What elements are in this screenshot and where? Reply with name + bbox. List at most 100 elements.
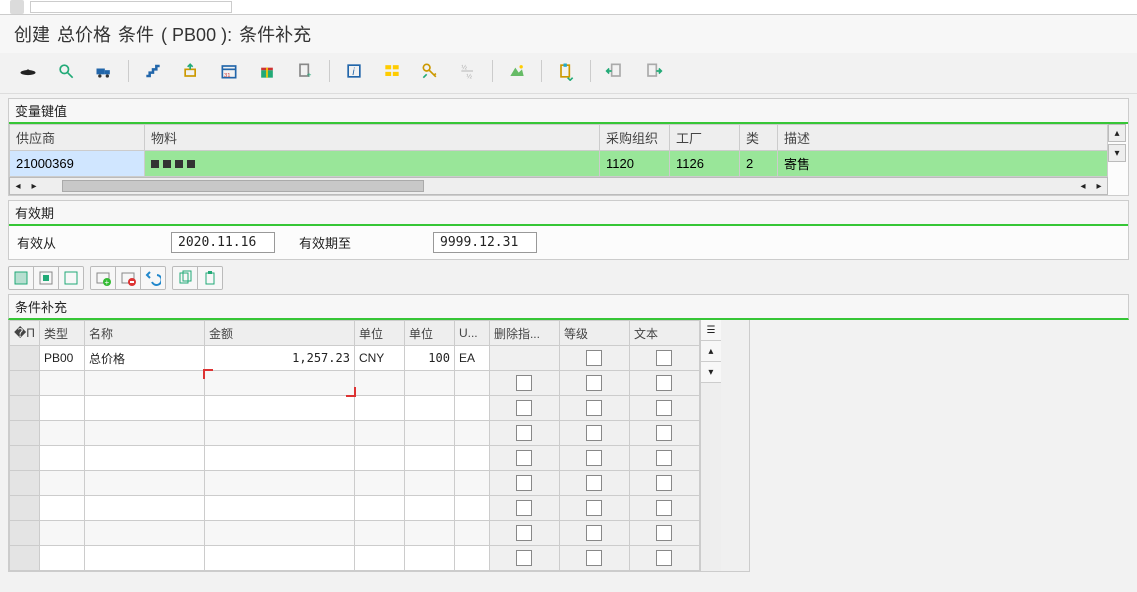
- col-purch-org[interactable]: 采购组织: [600, 125, 670, 151]
- command-field[interactable]: [30, 1, 232, 13]
- cell-name[interactable]: [84, 371, 204, 396]
- cell-scale[interactable]: [559, 496, 629, 521]
- cell-scale[interactable]: [559, 446, 629, 471]
- cell-plant[interactable]: 1126: [670, 151, 740, 177]
- cell-unit1[interactable]: [354, 521, 404, 546]
- cell-type[interactable]: [39, 496, 84, 521]
- cell-delete-ind[interactable]: [489, 396, 559, 421]
- cell-text[interactable]: [629, 371, 699, 396]
- cell-type[interactable]: [39, 471, 84, 496]
- cell-scale[interactable]: [559, 371, 629, 396]
- col-amount[interactable]: 金额: [204, 321, 354, 346]
- cell-amount[interactable]: [204, 521, 354, 546]
- grid-row[interactable]: [10, 496, 700, 521]
- cell-unit2[interactable]: [404, 446, 454, 471]
- cell-unit2[interactable]: [404, 471, 454, 496]
- cell-type[interactable]: [39, 446, 84, 471]
- scroll-down-icon[interactable]: ▾: [701, 362, 721, 383]
- stairs-icon[interactable]: [139, 59, 167, 83]
- gift-icon[interactable]: [253, 59, 281, 83]
- cell-uom[interactable]: [454, 521, 489, 546]
- cell-delete-ind[interactable]: [489, 496, 559, 521]
- cell-delete-ind[interactable]: [489, 546, 559, 571]
- cell-delete-ind[interactable]: [489, 521, 559, 546]
- row-selector[interactable]: [10, 546, 40, 571]
- grid-row[interactable]: [10, 521, 700, 546]
- scroll-up-icon[interactable]: ▴: [1108, 124, 1126, 142]
- grid-row[interactable]: [10, 421, 700, 446]
- deselect-all-button[interactable]: [59, 267, 83, 289]
- row-selector[interactable]: [10, 371, 40, 396]
- cell-delete-ind[interactable]: [489, 371, 559, 396]
- cell-unit2[interactable]: [404, 546, 454, 571]
- cell-text[interactable]: [629, 546, 699, 571]
- row-selector[interactable]: [10, 521, 40, 546]
- picture-icon[interactable]: [503, 59, 531, 83]
- col-uom[interactable]: U...: [454, 321, 489, 346]
- cell-name[interactable]: [84, 396, 204, 421]
- valid-from-input[interactable]: 2020.11.16: [171, 232, 275, 253]
- grid-row[interactable]: [10, 446, 700, 471]
- col-category[interactable]: 类: [740, 125, 778, 151]
- info-icon[interactable]: i: [340, 59, 368, 83]
- row-selector[interactable]: [10, 346, 40, 371]
- overview-icon[interactable]: [378, 59, 406, 83]
- cell-text[interactable]: [629, 446, 699, 471]
- cell-unit2[interactable]: [404, 371, 454, 396]
- cell-unit1[interactable]: [354, 421, 404, 446]
- doc-prev-icon[interactable]: [601, 59, 629, 83]
- cell-amount[interactable]: [204, 396, 354, 421]
- cell-unit2[interactable]: [404, 421, 454, 446]
- row-selector[interactable]: [10, 421, 40, 446]
- paste-icon[interactable]: [552, 59, 580, 83]
- cell-text[interactable]: [629, 346, 699, 371]
- cell-type[interactable]: [39, 396, 84, 421]
- cell-uom[interactable]: [454, 546, 489, 571]
- key-icon[interactable]: [416, 59, 444, 83]
- cell-name[interactable]: [84, 421, 204, 446]
- col-plant[interactable]: 工厂: [670, 125, 740, 151]
- cell-scale[interactable]: [559, 546, 629, 571]
- cell-unit1[interactable]: [354, 546, 404, 571]
- row-selector[interactable]: [10, 396, 40, 421]
- cell-name[interactable]: 总价格: [84, 346, 204, 371]
- cell-scale[interactable]: [559, 396, 629, 421]
- cell-uom[interactable]: [454, 496, 489, 521]
- cell-type[interactable]: [39, 371, 84, 396]
- undo-button[interactable]: [141, 267, 165, 289]
- cell-uom[interactable]: [454, 396, 489, 421]
- paste-button[interactable]: [198, 267, 222, 289]
- cell-amount[interactable]: [204, 496, 354, 521]
- col-vendor[interactable]: 供应商: [10, 125, 145, 151]
- cell-uom[interactable]: [454, 371, 489, 396]
- cell-name[interactable]: [84, 496, 204, 521]
- configure-columns-icon[interactable]: ☰: [701, 320, 721, 341]
- col-material[interactable]: 物料: [145, 125, 600, 151]
- cell-amount[interactable]: [204, 421, 354, 446]
- scroll-left-icon[interactable]: ◂: [10, 179, 26, 193]
- cell-text[interactable]: [629, 471, 699, 496]
- cell-unit1[interactable]: CNY: [354, 346, 404, 371]
- row-selector[interactable]: [10, 496, 40, 521]
- cell-delete-ind[interactable]: [489, 421, 559, 446]
- grid-row[interactable]: [10, 396, 700, 421]
- grid-row[interactable]: [10, 371, 700, 396]
- cell-unit2[interactable]: [404, 496, 454, 521]
- document-add-icon[interactable]: +: [291, 59, 319, 83]
- cell-purch-org[interactable]: 1120: [600, 151, 670, 177]
- col-text[interactable]: 文本: [629, 321, 699, 346]
- vk-row[interactable]: 21000369 1120 1126 2 寄售: [10, 151, 1108, 177]
- delete-row-button[interactable]: [116, 267, 141, 289]
- cell-unit1[interactable]: [354, 446, 404, 471]
- scroll-right-icon[interactable]: ▸: [26, 179, 42, 193]
- cell-amount[interactable]: [204, 546, 354, 571]
- cell-unit2[interactable]: 100: [404, 346, 454, 371]
- grid-row[interactable]: [10, 546, 700, 571]
- col-scale[interactable]: 等级: [559, 321, 629, 346]
- cell-name[interactable]: [84, 521, 204, 546]
- row-selector[interactable]: [10, 446, 40, 471]
- row-selector[interactable]: [10, 471, 40, 496]
- scroll-thumb[interactable]: [62, 180, 424, 192]
- cell-type[interactable]: PB00: [39, 346, 84, 371]
- cell-delete-ind[interactable]: [489, 446, 559, 471]
